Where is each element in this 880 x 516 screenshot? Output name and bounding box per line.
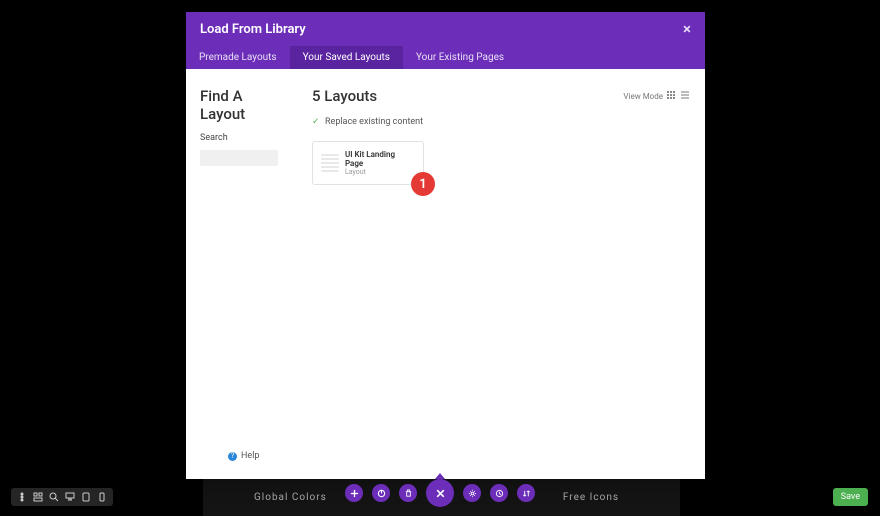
footer-label-free-icons: Free Icons bbox=[563, 492, 619, 503]
check-icon: ✓ bbox=[312, 118, 320, 126]
delete-button[interactable] bbox=[399, 484, 417, 502]
modal-title: Load From Library bbox=[200, 22, 306, 37]
footer-label-global-colors: Global Colors bbox=[254, 492, 327, 503]
modal-body: Find A Layout Search 5 Layouts View Mode… bbox=[186, 69, 705, 479]
layout-thumbnail-icon bbox=[321, 154, 339, 172]
view-mode-control: View Mode bbox=[623, 91, 691, 101]
layouts-count-title: 5 Layouts bbox=[312, 87, 377, 105]
layout-card[interactable]: UI Kit Landing Page Layout 1 bbox=[312, 141, 424, 185]
save-button[interactable]: Save bbox=[833, 488, 868, 506]
close-icon[interactable]: × bbox=[683, 20, 691, 38]
layout-type: Layout bbox=[345, 168, 415, 176]
more-icon[interactable] bbox=[17, 492, 27, 502]
sidebar-title: Find A Layout bbox=[200, 87, 286, 123]
pointer-icon bbox=[435, 473, 445, 479]
tab-premade-layouts[interactable]: Premade Layouts bbox=[186, 46, 290, 69]
desktop-icon[interactable] bbox=[65, 492, 75, 502]
help-link[interactable]: ? Help bbox=[228, 451, 259, 461]
sort-button[interactable] bbox=[517, 484, 535, 502]
search-label: Search bbox=[200, 133, 286, 143]
close-builder-button[interactable] bbox=[426, 479, 454, 507]
wireframe-icon[interactable] bbox=[33, 492, 43, 502]
list-view-icon[interactable] bbox=[681, 91, 691, 101]
load-library-modal: Load From Library × Premade Layouts Your… bbox=[186, 12, 705, 479]
modal-header: Load From Library × bbox=[186, 12, 705, 46]
search-input[interactable] bbox=[200, 150, 278, 166]
tablet-icon[interactable] bbox=[81, 492, 91, 502]
builder-controls bbox=[345, 479, 535, 507]
history-button[interactable] bbox=[490, 484, 508, 502]
add-button[interactable] bbox=[345, 484, 363, 502]
zoom-icon[interactable] bbox=[49, 492, 59, 502]
settings-button[interactable] bbox=[463, 484, 481, 502]
replace-content-row[interactable]: ✓ Replace existing content bbox=[312, 117, 691, 127]
main-panel: 5 Layouts View Mode ✓ Replace existing c… bbox=[292, 87, 691, 461]
layout-name: UI Kit Landing Page bbox=[345, 150, 415, 168]
main-header: 5 Layouts View Mode bbox=[312, 87, 691, 105]
sidebar-panel: Find A Layout Search bbox=[200, 87, 292, 461]
replace-content-label: Replace existing content bbox=[325, 117, 423, 127]
tab-your-saved-layouts[interactable]: Your Saved Layouts bbox=[290, 46, 403, 69]
help-icon: ? bbox=[228, 452, 237, 461]
number-badge: 1 bbox=[411, 172, 435, 196]
device-toolbar bbox=[11, 488, 113, 506]
view-mode-label: View Mode bbox=[623, 92, 663, 101]
grid-view-icon[interactable] bbox=[667, 91, 677, 101]
phone-icon[interactable] bbox=[97, 492, 107, 502]
layout-info: UI Kit Landing Page Layout bbox=[345, 150, 415, 176]
help-label: Help bbox=[241, 451, 259, 461]
modal-tabs: Premade Layouts Your Saved Layouts Your … bbox=[186, 46, 705, 69]
power-button[interactable] bbox=[372, 484, 390, 502]
tab-your-existing-pages[interactable]: Your Existing Pages bbox=[403, 46, 517, 69]
